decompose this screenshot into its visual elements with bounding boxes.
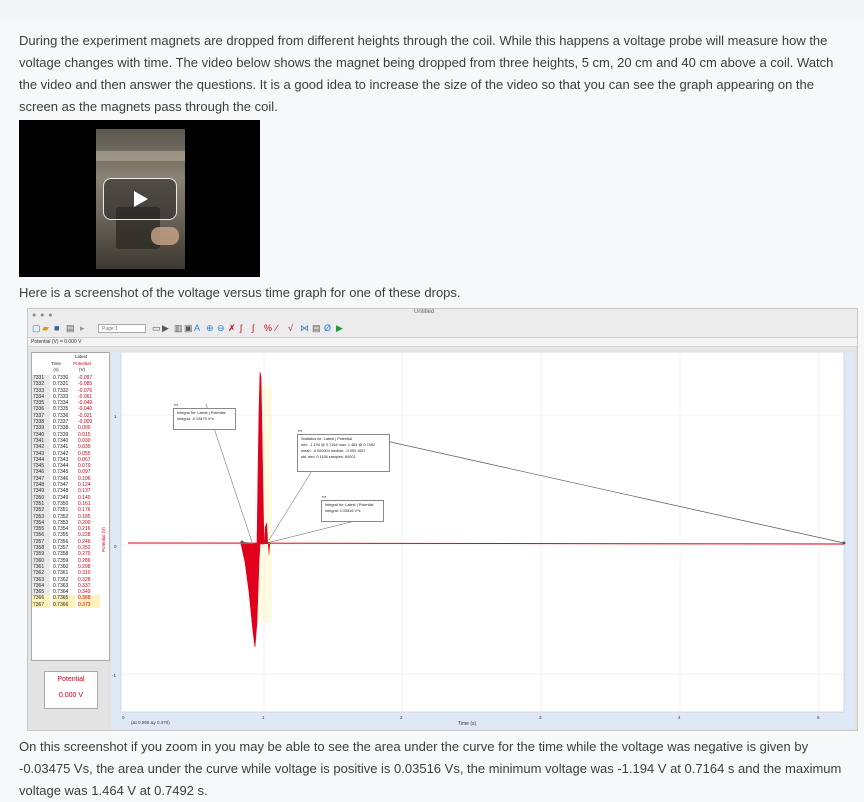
integral-pos-line2: Integral: 0.03516 V*s — [325, 509, 361, 513]
curve-fit-icon: √ — [288, 323, 293, 333]
time-column: 0.7330 0.7331 0.7332 0.7333 0.7334 0.7335 0.73… — [53, 375, 75, 608]
collect-icon: ▶ — [162, 323, 169, 333]
potential-meter-label: Potential — [57, 676, 85, 683]
logger-title-bar: ● ● ● Untitled — [28, 309, 857, 321]
meter-readout: Potential (V) = 0.000 V — [28, 338, 857, 347]
model-icon: ⋈ — [300, 323, 309, 333]
zoom-in-icon: ⊕ — [206, 323, 214, 333]
open-folder-icon: ▰ — [42, 323, 49, 333]
play-icon[interactable] — [103, 178, 177, 220]
data-table: Latest Time Potential (s) (V) 7331 7332 73… — [31, 352, 110, 661]
statistics-annotation[interactable]: ▪▪▪ Statistics for: Latest | Potential m… — [297, 428, 390, 472]
autoscale-icon: A — [194, 323, 201, 333]
time-cell[interactable]: 0.7366 — [53, 601, 75, 608]
table-row-index: 7367 — [32, 601, 50, 608]
settings-icon: ▸ — [80, 323, 85, 333]
integral-icon: ∫ — [252, 323, 255, 333]
screenshot-intro-paragraph: Here is a screenshot of the voltage vers… — [19, 285, 461, 300]
save-icon: ■ — [54, 323, 60, 333]
calculated-column-icon: Ø — [324, 323, 332, 333]
potential-column-header: Potential — [73, 361, 91, 366]
new-file-icon: ▢ — [32, 323, 41, 333]
potential-column: -0.097 -0.085 -0.076 -0.061 -0.049 -0.040 -0.0… — [78, 375, 100, 608]
data-browser-icon: ▭ — [152, 323, 161, 333]
logger-toolbar: ▢ ▰ ■ ▤ ▸ Page 1 ▭ ▶ ▥ ▣ A ⊕ ⊖ ✗ ʃ ∫ % ∕… — [28, 321, 857, 338]
potential-meter-value: 0.000 V — [58, 692, 84, 699]
print-icon: ▤ — [66, 323, 75, 333]
voltage-graph: 1 0 -1 0 1 2 3 4 5 Potential (V) (Δt 0.0… — [101, 352, 854, 730]
summary-paragraph: On this screenshot if you zoom in you ma… — [19, 739, 842, 798]
statistics-line4: std. dev: 0.1156 samples: 80001 — [301, 455, 356, 459]
linear-fit-icon: ∕ — [276, 323, 278, 333]
coordinate-readout: (Δt 0.090 Δy 0.370) — [131, 720, 170, 725]
zoom-out-icon: ⊖ — [217, 323, 225, 333]
x-axis-label: Time (s) — [458, 721, 477, 727]
examine-icon: ✗ — [228, 323, 236, 333]
clear-icon: ▣ — [184, 323, 193, 333]
intro-paragraph: During the experiment magnets are droppe… — [19, 33, 834, 114]
integral-annotation-negative[interactable]: ▪▪▪ Integral for: Latest | Potential Int… — [173, 402, 236, 430]
y-tick-neg1: -1 — [112, 673, 116, 678]
thumbnail-hand — [151, 227, 179, 245]
video-player[interactable] — [19, 120, 260, 277]
annotation-icon: ▤ — [312, 323, 321, 333]
logger-screenshot: ● ● ● Untitled ▢ ▰ ■ ▤ ▸ Page 1 ▭ ▶ ▥ ▣ … — [27, 308, 858, 731]
start-collection-icon: ▶ — [336, 323, 343, 333]
potential-meter: Potential 0.000 V — [44, 671, 98, 709]
window-controls-icon: ● ● ● — [32, 312, 54, 319]
page-select: Page 1 — [98, 324, 146, 333]
window-title: Untitled — [414, 309, 435, 315]
tangent-icon: ʃ — [240, 323, 242, 333]
annotation-controls-icon: ▪▪▪ — [322, 494, 327, 499]
annotation-controls-icon: ▪▪▪ — [174, 402, 179, 407]
potential-cell[interactable]: 0.373 — [78, 601, 100, 608]
row-index-column: 7331 7332 7333 7334 7335 7336 7337 7338 7339 7340… — [32, 375, 50, 608]
y-axis-label: Potential (V) — [101, 527, 106, 552]
thumbnail-shelf — [96, 151, 185, 161]
table-icon: ▥ — [174, 323, 183, 333]
table-header: Latest Time Potential (s) (V) — [51, 353, 109, 375]
table-group-label: Latest — [74, 354, 88, 359]
top-bar — [0, 0, 864, 21]
integral-annotation-positive[interactable]: ▪▪▪ Integral for: Latest | Potential Int… — [321, 494, 384, 522]
integral-neg-line2: Integral: -0.03475 V*s — [177, 417, 214, 421]
potential-unit: (V) — [79, 367, 85, 372]
stats-icon: % — [264, 323, 273, 333]
page-content: During the experiment magnets are droppe… — [0, 20, 864, 802]
annotation-controls-icon: ▪▪▪ — [298, 428, 303, 433]
